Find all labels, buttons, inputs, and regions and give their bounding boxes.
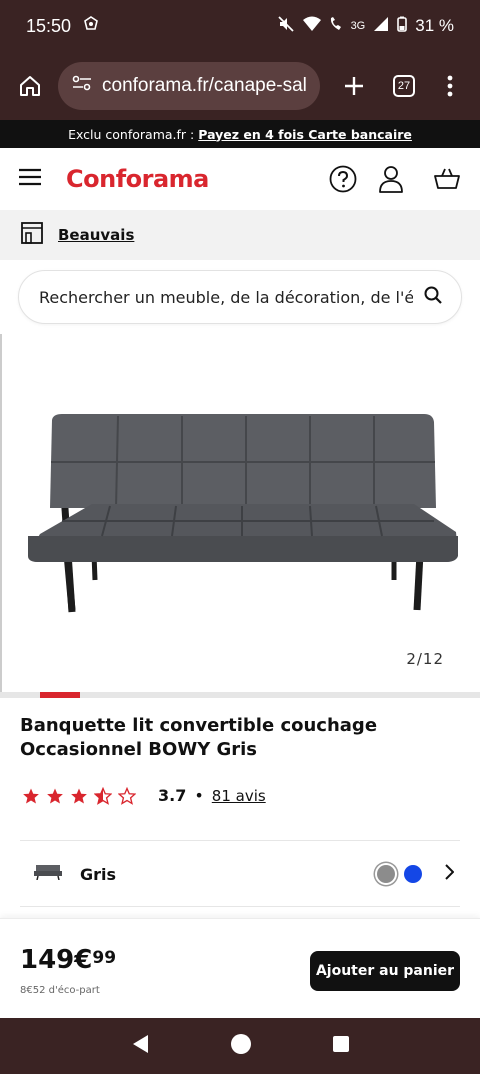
star-full-icon: [23, 788, 39, 803]
color-swatch-grey[interactable]: [377, 865, 395, 883]
notification-icon: [83, 15, 99, 37]
store-selector[interactable]: Beauvais: [0, 210, 480, 260]
status-bar: 15:50 3G 31 %: [0, 0, 480, 52]
reviews-link[interactable]: 81 avis: [212, 787, 266, 805]
price-main: 149€: [20, 945, 93, 975]
network-label: 3G: [350, 20, 366, 32]
search-icon[interactable]: [423, 285, 443, 309]
rating-separator: •: [194, 786, 204, 805]
star-full-icon: [47, 788, 63, 803]
tab-switcher-button[interactable]: 27: [384, 66, 424, 106]
promo-link[interactable]: Payez en 4 fois Carte bancaire: [198, 127, 412, 142]
star-empty-icon: [118, 786, 136, 805]
cart-icon[interactable]: [432, 164, 462, 194]
add-to-cart-button[interactable]: Ajouter au panier: [310, 951, 460, 991]
home-icon[interactable]: [10, 66, 50, 106]
rating-value: 3.7: [158, 786, 187, 805]
search-bar: [18, 270, 462, 324]
star-full-icon: [71, 788, 87, 803]
search-input[interactable]: [39, 287, 413, 307]
site-settings-icon[interactable]: [72, 75, 92, 97]
price-bar: 149€99 8€52 d'éco-part Ajouter au panier: [0, 918, 480, 1018]
back-icon[interactable]: [130, 1033, 150, 1059]
call-icon: [329, 16, 343, 37]
account-icon[interactable]: [376, 164, 406, 194]
product-image: [28, 414, 458, 613]
signal-icon: [373, 16, 389, 37]
status-time: 15:50: [26, 15, 72, 36]
rating-stars: [22, 786, 136, 805]
battery-level: 31 %: [415, 16, 454, 35]
rating-row[interactable]: 3.7 • 81 avis: [22, 786, 266, 805]
brand-logo[interactable]: Conforama: [66, 165, 209, 193]
store-name[interactable]: Beauvais: [58, 226, 134, 244]
divider: [20, 840, 460, 841]
android-nav-bar: [0, 1018, 480, 1074]
gallery-counter: 2/12: [406, 650, 444, 668]
price: 149€99: [20, 945, 116, 975]
color-selector[interactable]: Gris: [20, 848, 460, 900]
product-title: Banquette lit convertible couchage Occas…: [20, 715, 378, 760]
more-menu-icon[interactable]: [430, 66, 470, 106]
chevron-right-icon[interactable]: [444, 864, 455, 884]
eco-participation: 8€52 d'éco-part: [20, 985, 100, 996]
wifi-icon: [302, 16, 321, 37]
promo-prefix: Exclu conforama.fr :: [68, 126, 195, 142]
sofa-thumbnail-icon: [34, 864, 62, 884]
url-text: conforama.fr/canape-sal: [102, 75, 306, 96]
battery-icon: [397, 16, 408, 37]
promo-banner: Exclu conforama.fr : Payez en 4 fois Car…: [0, 120, 480, 148]
divider: [20, 906, 460, 907]
new-tab-icon[interactable]: [334, 66, 374, 106]
browser-toolbar: conforama.fr/canape-sal 27: [0, 52, 480, 120]
product-gallery[interactable]: 2/12: [0, 334, 480, 694]
price-cents: 99: [92, 948, 117, 968]
color-swatch-blue[interactable]: [404, 865, 422, 883]
site-header: Conforama: [0, 148, 480, 210]
color-label: Gris: [80, 864, 117, 884]
recents-icon[interactable]: [332, 1035, 350, 1057]
menu-icon[interactable]: [18, 167, 42, 191]
mute-icon: [277, 15, 295, 38]
gallery-progress: [0, 692, 480, 698]
address-bar[interactable]: conforama.fr/canape-sal: [58, 62, 320, 110]
tabs-count: 27: [393, 75, 415, 97]
help-icon[interactable]: [328, 164, 358, 194]
home-nav-icon[interactable]: [230, 1033, 252, 1059]
gallery-progress-fill: [40, 692, 80, 698]
store-icon: [20, 221, 44, 249]
star-half-icon: [94, 786, 112, 805]
